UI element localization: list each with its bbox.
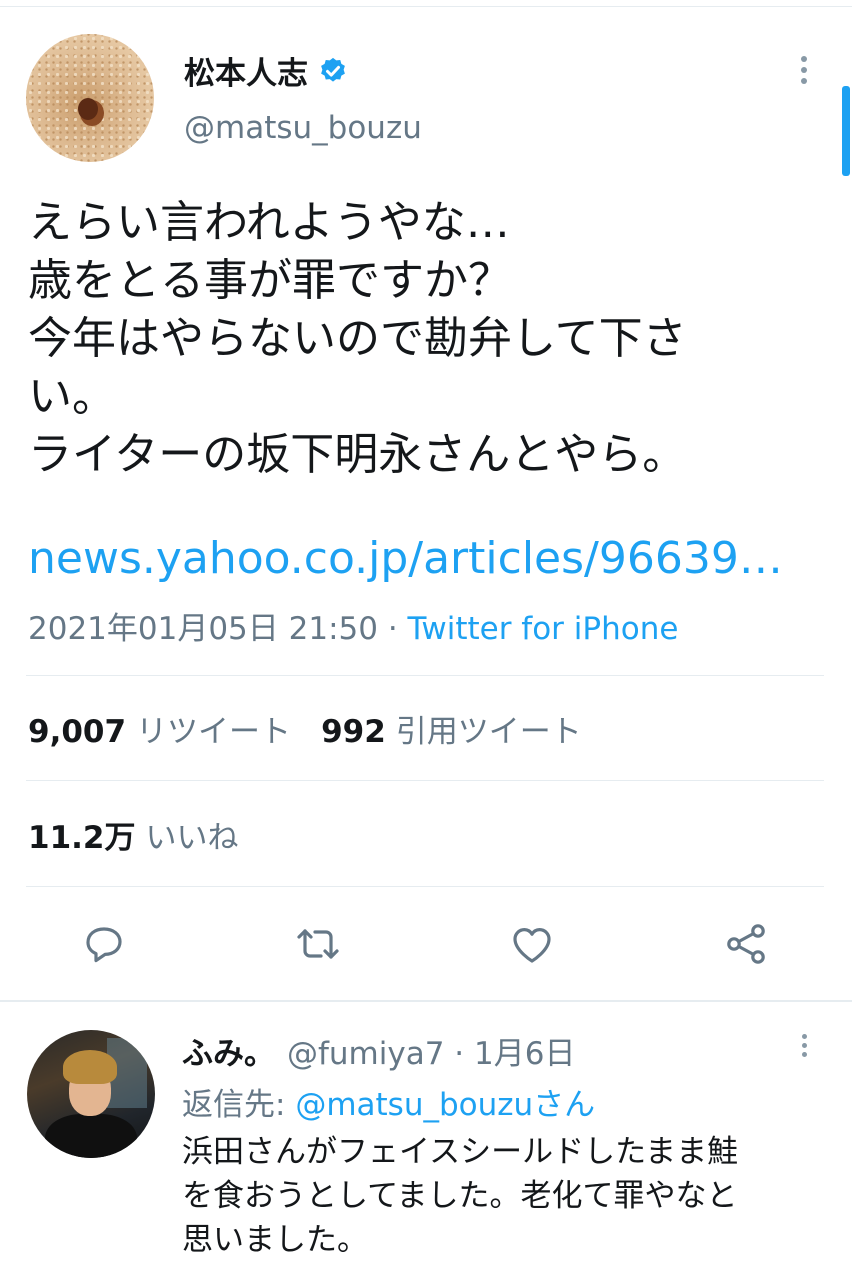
meta-separator: ·	[377, 611, 408, 647]
reply-header: ふみ。 @fumiya7 · 1月6日	[182, 1028, 575, 1073]
avatar-spot	[78, 98, 98, 120]
article-link[interactable]: news.yahoo.co.jp/articles/96639…	[28, 530, 828, 588]
retweets-label: リツイート	[136, 714, 292, 750]
tweet-text-line: 今年はやらないので勘弁して下さ	[28, 313, 687, 364]
reply-avatar[interactable]	[27, 1030, 155, 1158]
author-avatar[interactable]	[26, 34, 154, 162]
reply-icon	[86, 927, 122, 963]
tweet-text-line: い。	[28, 371, 116, 422]
reply-text-line: 思いました。	[182, 1222, 368, 1258]
retweet-button[interactable]	[294, 920, 342, 968]
likes-label: いいね	[145, 820, 239, 856]
tweet-meta: 2021年01月05日 21:50 · Twitter for iPhone	[28, 603, 678, 648]
scrollbar-thumb[interactable]	[842, 86, 850, 176]
share-button[interactable]	[722, 920, 770, 968]
divider	[26, 780, 824, 781]
section-divider	[0, 1000, 852, 1002]
top-divider	[0, 6, 852, 7]
share-icon	[727, 924, 765, 964]
tweet-timestamp[interactable]: 2021年01月05日 21:50	[28, 611, 378, 647]
reply-handle-date[interactable]: @fumiya7 · 1月6日	[287, 1036, 575, 1072]
divider	[26, 886, 824, 887]
reply-text: 浜田さんがフェイスシールドしたまま鮭 を食おうとしてました。老化て罪やなと 思い…	[182, 1130, 832, 1262]
likes-count: 11.2万	[28, 820, 136, 856]
tweet-text-line: ライターの坂下明永さんとやら。	[28, 429, 687, 480]
retweets-count: 9,007	[28, 714, 127, 750]
tweet-text: えらい言われようやな… 歳をとる事が罪ですか？ 今年はやらないので勘弁して下さ …	[28, 194, 828, 484]
reply-to-mention[interactable]: @matsu_bouzuさん	[295, 1087, 595, 1123]
retweet-stats: 9,007 リツイート 992 引用ツイート	[28, 706, 582, 751]
reply-to-line: 返信先: @matsu_bouzuさん	[182, 1079, 595, 1124]
reply-author-name[interactable]: ふみ。	[182, 1036, 275, 1072]
verified-badge-icon	[321, 57, 345, 82]
tweet-text-line: えらい言われようやな…	[28, 197, 510, 248]
author-handle[interactable]: @matsu_bouzu	[184, 110, 422, 146]
reply-text-line: 浜田さんがフェイスシールドしたまま鮭	[182, 1134, 739, 1170]
retweets-stat[interactable]: 9,007 リツイート	[28, 714, 291, 750]
quotes-stat[interactable]: 992 引用ツイート	[321, 714, 582, 750]
more-options-icon[interactable]	[796, 1034, 812, 1064]
like-button[interactable]	[508, 920, 556, 968]
reply-to-prefix: 返信先:	[182, 1087, 296, 1123]
quotes-label: 引用ツイート	[395, 714, 582, 750]
author-name-row: 松本人志	[184, 48, 348, 93]
more-options-icon[interactable]	[794, 56, 814, 92]
likes-stat[interactable]: 11.2万 いいね	[28, 812, 239, 857]
reply-text-line: を食おうとしてました。老化て罪やなと	[182, 1178, 738, 1214]
like-icon	[513, 928, 551, 963]
reply-button[interactable]	[80, 920, 128, 968]
divider	[26, 675, 824, 676]
tweet-source[interactable]: Twitter for iPhone	[408, 611, 679, 647]
quotes-count: 992	[321, 714, 386, 750]
retweet-icon	[297, 929, 339, 959]
author-name[interactable]: 松本人志	[184, 48, 308, 93]
tweet-text-line: 歳をとる事が罪ですか？	[28, 255, 512, 306]
